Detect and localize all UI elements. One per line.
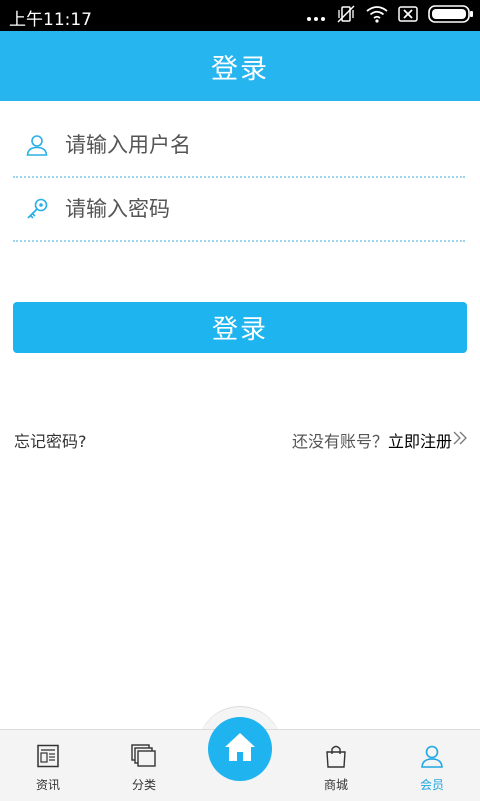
no-account-text: 还没有账号？	[291, 432, 388, 451]
register-link[interactable]: 立即注册	[388, 428, 452, 452]
status-bar: 上午11:17	[0, 0, 480, 31]
login-button[interactable]: 登录	[13, 302, 467, 353]
tab-category-label: 分类	[131, 778, 156, 792]
tab-mall[interactable]: 商城	[288, 730, 384, 801]
register-row[interactable]: 还没有账号？ 立即注册	[292, 428, 468, 452]
member-icon	[420, 744, 444, 772]
key-icon	[23, 195, 51, 223]
tab-category[interactable]: 分类	[96, 730, 192, 801]
password-input[interactable]	[63, 196, 447, 222]
tab-mall-label: 商城	[323, 778, 348, 792]
password-field[interactable]	[13, 178, 465, 242]
double-chevron-right-icon	[452, 430, 468, 450]
vibrate-icon	[336, 4, 356, 28]
no-sim-icon	[398, 6, 418, 26]
page-title: 登录	[211, 53, 269, 85]
tab-news[interactable]: 资讯	[0, 730, 96, 801]
header-bar: 登录	[0, 31, 480, 101]
forgot-password-link[interactable]: 忘记密码?	[14, 428, 87, 452]
tab-member[interactable]: 会员	[384, 730, 480, 801]
user-icon	[23, 131, 51, 159]
wifi-icon	[366, 5, 388, 27]
username-field[interactable]	[13, 114, 465, 178]
signal-dots-icon	[306, 7, 326, 26]
tab-news-label: 资讯	[35, 778, 60, 792]
home-button[interactable]	[208, 717, 272, 781]
battery-icon	[428, 5, 474, 27]
home-icon	[223, 731, 257, 767]
shopping-bag-icon	[324, 744, 348, 772]
news-icon	[36, 744, 60, 772]
status-icons	[306, 4, 474, 28]
status-time: 上午11:17	[9, 10, 92, 30]
tab-member-label: 会员	[419, 778, 444, 792]
category-icon	[131, 744, 157, 772]
username-input[interactable]	[63, 132, 447, 158]
